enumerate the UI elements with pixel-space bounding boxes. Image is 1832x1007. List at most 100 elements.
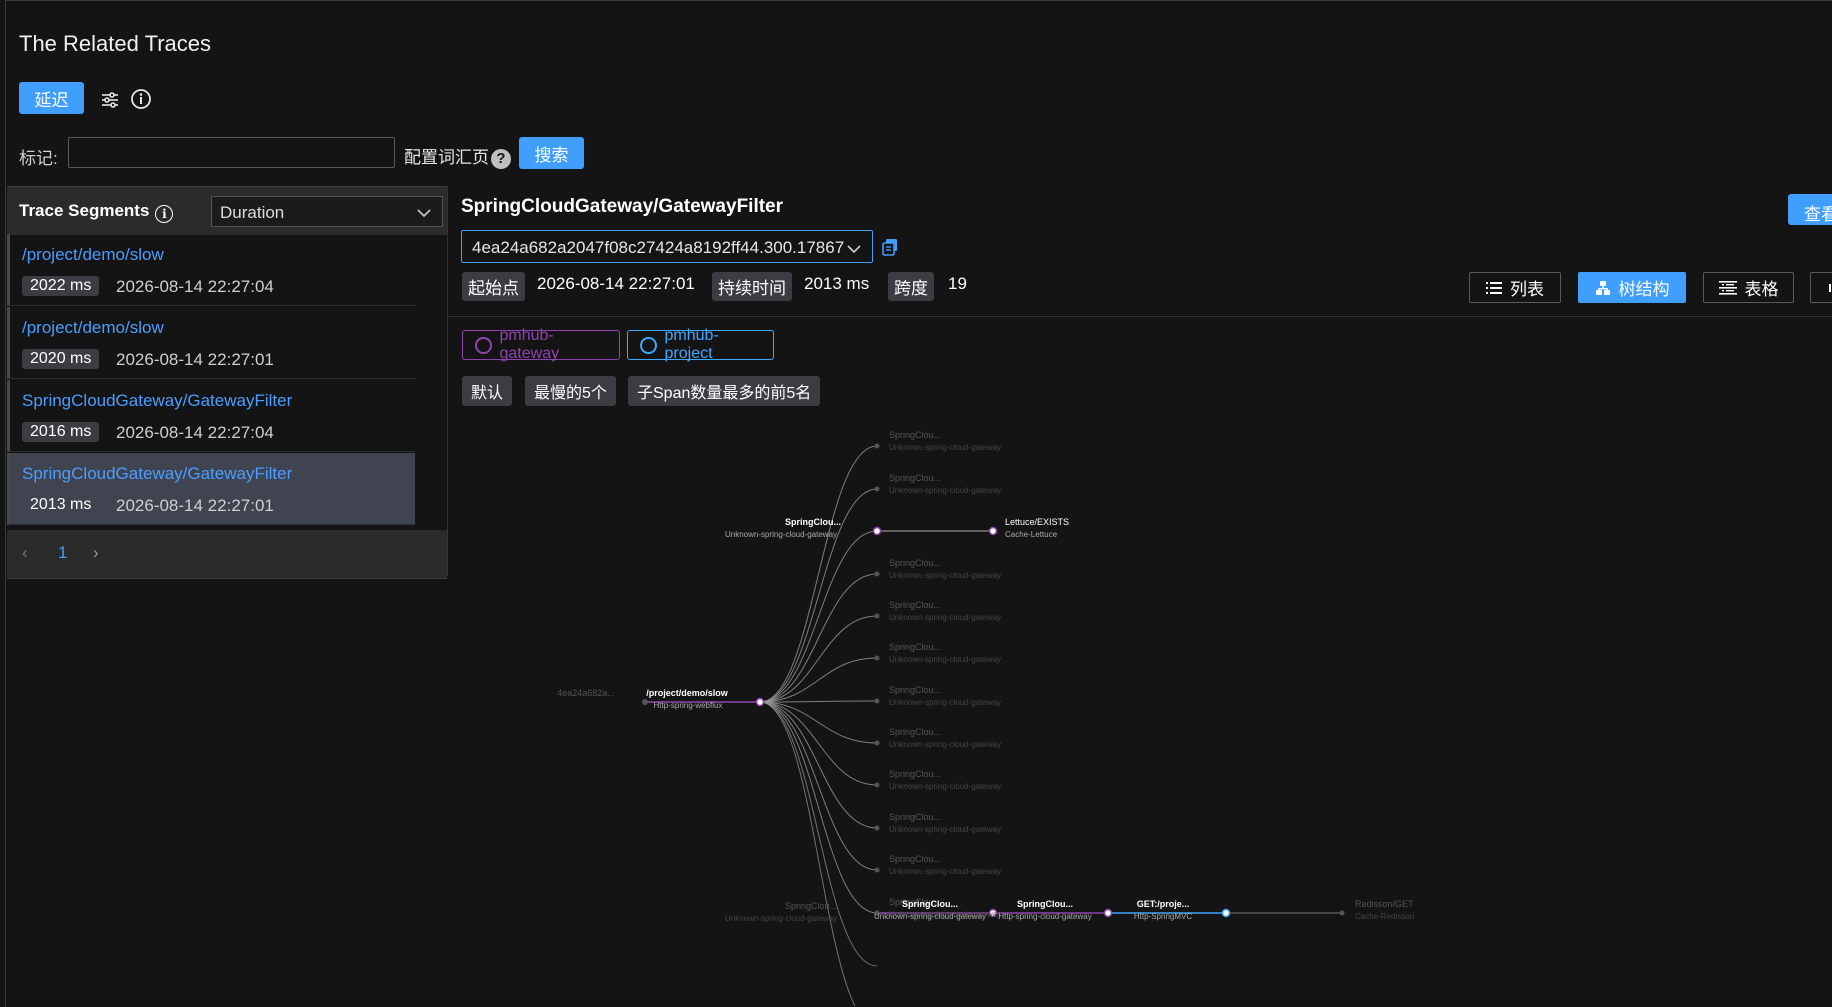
tree-node-name-faded: SpringClou... <box>889 769 941 779</box>
tree-chain-type: Unknown-spring-cloud-gateway <box>874 912 986 921</box>
page-title: The Related Traces <box>19 31 211 56</box>
segment-item[interactable]: SpringCloudGateway/GatewayFilter 2016 ms… <box>7 380 415 452</box>
service-ring-icon <box>475 336 492 354</box>
service-ring-icon <box>640 336 657 354</box>
trace-tree[interactable]: 4ea24a682a... SpringClou... Unknown-spring… <box>452 426 1832 1006</box>
next-page-icon[interactable]: › <box>93 543 99 563</box>
tree-chain-name: SpringClou... <box>902 899 958 909</box>
tree-edge <box>759 530 878 703</box>
segment-duration: 2022 ms <box>22 276 100 296</box>
filter-default[interactable]: 默认 <box>462 376 513 406</box>
segment-duration: 2013 ms <box>30 496 92 513</box>
tree-node-active <box>872 526 882 536</box>
tree-node-type-faded: Unknown-spring-cloud-gateway <box>889 443 1001 452</box>
delay-button[interactable]: 延迟 <box>19 82 84 114</box>
tree-node-chain <box>1221 908 1231 918</box>
start-label: 起始点 <box>462 272 525 301</box>
config-label: 配置词汇页? <box>404 143 511 169</box>
copy-icon[interactable] <box>881 238 899 261</box>
view-button[interactable]: 查看 <box>1788 194 1832 225</box>
service-legend-project[interactable]: pmhub-project <box>627 327 774 362</box>
segments-title: Trace Segments i <box>19 201 174 223</box>
prev-page-icon[interactable]: ‹ <box>22 543 28 563</box>
service-name: pmhub-project <box>664 327 719 362</box>
service-legend-gateway[interactable]: pmhub-gateway <box>462 327 620 362</box>
info-icon[interactable] <box>129 87 153 111</box>
sort-select[interactable]: Duration <box>211 196 443 227</box>
tree-bottom-faded-type: Unknown-spring-cloud-gateway <box>725 914 837 923</box>
tree-labels: 4ea24a682a... SpringClou... Unknown-spring… <box>557 430 1414 923</box>
segment-item[interactable]: /project/demo/slow 2022 ms 2026-08-14 22… <box>7 234 415 306</box>
list-mode-button[interactable]: 列表 <box>1469 272 1561 303</box>
tree-node-name-faded: SpringClou... <box>889 727 941 737</box>
panel-divider <box>447 186 448 576</box>
tree-mode-button[interactable]: 树结构 <box>1578 272 1686 303</box>
duration-value: 2013 ms <box>804 274 870 293</box>
tree-node-name-faded: SpringClou... <box>889 430 941 440</box>
tree-chain-type: Http-SpringMVC <box>1134 912 1192 921</box>
segment-item[interactable]: /project/demo/slow 2020 ms 2026-08-14 22… <box>7 307 415 379</box>
trace-id-value: 4ea24a682a2047f08c27424a8192ff44.300.178… <box>472 238 845 257</box>
segment-time: 2026-08-14 22:27:01 <box>116 350 274 369</box>
tree-node-faded <box>874 825 880 831</box>
tree-lettuce-name: Lettuce/EXISTS <box>1005 517 1069 527</box>
tree-nodes <box>642 443 1345 918</box>
tree-node-type-faded: Unknown-spring-cloud-gateway <box>889 867 1001 876</box>
tree-edge <box>759 701 856 1006</box>
tree-node-faded <box>1339 910 1345 916</box>
tree-chain-name: SpringClou... <box>1017 899 1073 909</box>
table-mode-button[interactable]: 表格 <box>1703 272 1794 303</box>
tree-node-name-faded: SpringClou... <box>889 473 941 483</box>
tree-node-type-faded: Unknown-spring-cloud-gateway <box>889 655 1001 664</box>
tree-chain-type: Http-spring-cloud-gateway <box>998 912 1091 921</box>
search-button[interactable]: 搜索 <box>519 137 584 169</box>
start-value: 2026-08-14 22:27:01 <box>537 274 695 293</box>
pagination: ‹ 1 › <box>7 530 447 579</box>
segments-info-icon[interactable]: i <box>155 205 174 223</box>
page-number[interactable]: 1 <box>58 543 67 563</box>
trace-id-select[interactable]: 4ea24a682a2047f08c27424a8192ff44.300.178… <box>461 230 873 263</box>
table-mode-label: 表格 <box>1744 280 1779 299</box>
list-icon <box>1486 281 1502 294</box>
tree-node-type-faded: Unknown-spring-cloud-gateway <box>889 613 1001 622</box>
tree-icon <box>1595 280 1610 295</box>
tree-chain-name: GET:/proje... <box>1137 899 1190 909</box>
filter-settings-icon[interactable] <box>98 88 122 112</box>
tree-node-name-faded: SpringClou... <box>889 812 941 822</box>
help-icon[interactable]: ? <box>491 148 511 169</box>
tree-node-root <box>642 699 648 705</box>
table-icon <box>1718 280 1737 295</box>
segment-name: SpringCloudGateway/GatewayFilter <box>22 464 293 483</box>
list-mode-label: 列表 <box>1510 280 1544 299</box>
tree-chain-type: Cache-Redisson <box>1355 912 1414 921</box>
tree-node-faded <box>874 867 880 873</box>
tree-node-type-faded: Unknown-spring-cloud-gateway <box>889 571 1001 580</box>
segment-duration: 2020 ms <box>22 349 100 369</box>
segments-title-text: Trace Segments <box>19 201 150 220</box>
chevron-down-icon <box>416 204 432 224</box>
config-label-text: 配置词汇页 <box>404 148 489 167</box>
segment-time: 2026-08-14 22:27:01 <box>116 496 274 515</box>
tree-edge <box>759 445 878 703</box>
tree-node-type-faded: Unknown-spring-cloud-gateway <box>889 740 1001 749</box>
tag-input[interactable] <box>68 137 395 168</box>
sort-select-value: Duration <box>220 203 285 222</box>
tree-node-faded <box>874 740 880 746</box>
tree-mode-label: 树结构 <box>1618 280 1670 299</box>
segments-header: Trace Segments i Duration <box>7 186 447 235</box>
segment-name: /project/demo/slow <box>22 245 164 264</box>
filter-most-children[interactable]: 子Span数量最多的前5名 <box>628 376 821 406</box>
filter-slowest-5[interactable]: 最慢的5个 <box>525 376 616 406</box>
service-name: pmhub-gateway <box>499 327 560 362</box>
span-label: 跨度 <box>888 272 934 301</box>
segment-time: 2026-08-14 22:27:04 <box>116 277 274 296</box>
tree-active-type: Unknown-spring-cloud-gateway <box>725 530 837 539</box>
more-mode-button[interactable] <box>1810 272 1832 303</box>
tree-root-label: 4ea24a682a... <box>557 688 615 698</box>
tree-node-lettuce <box>988 526 998 536</box>
trace-segments-panel: Trace Segments i Duration /project/demo/s… <box>7 186 447 579</box>
segment-item-selected[interactable]: SpringCloudGateway/GatewayFilter 2013 ms… <box>7 453 415 525</box>
tree-edge <box>759 700 878 703</box>
tree-node-faded <box>874 486 880 492</box>
tag-label: 标记: <box>19 149 58 168</box>
